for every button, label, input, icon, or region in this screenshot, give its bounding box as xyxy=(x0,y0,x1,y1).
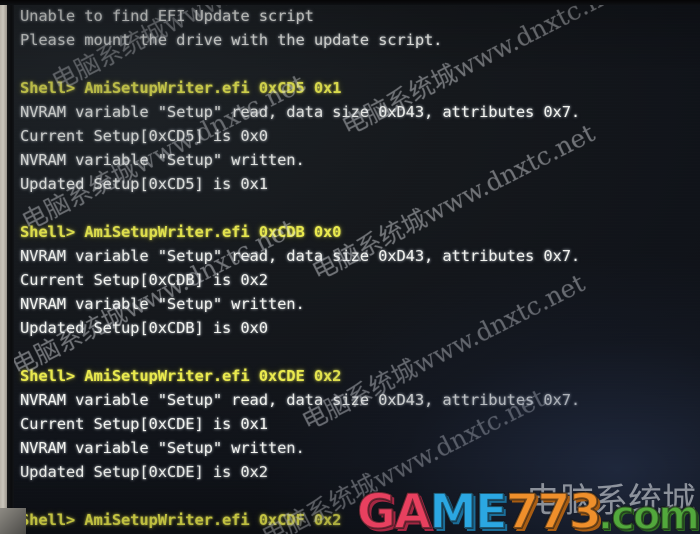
console-line-text: Shell> AmiSetupWriter.efi 0xCDE 0x2 xyxy=(20,367,342,385)
console-line-text: Updated Setup[0xCDE] is 0x2 xyxy=(20,463,268,481)
bezel-top-edge xyxy=(0,0,700,5)
console-output-line: NVRAM variable "Setup" written. xyxy=(20,148,580,172)
console-line-text: NVRAM variable "Setup" written. xyxy=(20,439,305,457)
console-line-text: Shell> AmiSetupWriter.efi 0xCDF 0x2 xyxy=(20,511,342,529)
console-line-text: Current Setup[0xCDE] is 0x1 xyxy=(20,415,268,433)
console-blank-line xyxy=(20,196,580,220)
console-output-line: NVRAM variable "Setup" read, data size 0… xyxy=(20,100,580,124)
bezel-bottom-left-corner xyxy=(0,508,26,534)
console-line-text: Updated Setup[0xCD5] is 0x1 xyxy=(20,175,268,193)
console-output-line: NVRAM variable "Setup" written. xyxy=(20,436,580,460)
console-output-line: Please mount the drive with the update s… xyxy=(20,28,580,52)
console-output-line: NVRAM variable "Setup" read, data size 0… xyxy=(20,244,580,268)
bezel-left-shadow xyxy=(7,0,14,534)
monitor-photo: Unable to find EFI Update script Please m… xyxy=(0,0,700,534)
console-line-text: NVRAM variable "Setup" read, data size 0… xyxy=(20,247,581,265)
console-prompt-line: Shell> AmiSetupWriter.efi 0xCDE 0x2 xyxy=(20,364,580,388)
console-output-line: Current Setup[0xCD5] is 0x0 xyxy=(20,124,580,148)
console-line-text: Shell> AmiSetupWriter.efi 0xCDB 0x0 xyxy=(20,223,342,241)
console-line-text: Current Setup[0xCD5] is 0x0 xyxy=(20,127,268,145)
console-line-text: Please mount the drive with the update s… xyxy=(20,31,443,49)
console-output: Unable to find EFI Update script Please m… xyxy=(20,4,580,534)
console-blank-line xyxy=(20,484,580,508)
console-prompt-line: Shell> AmiSetupWriter.efi 0xCDB 0x0 xyxy=(20,220,580,244)
console-blank-line xyxy=(20,52,580,76)
console-output-line: Current Setup[0xCDE] is 0x1 xyxy=(20,412,580,436)
console-output-line: Updated Setup[0xCDE] is 0x2 xyxy=(20,460,580,484)
console-line-text xyxy=(20,487,29,505)
console-line-text: NVRAM variable "Setup" read, data size 0… xyxy=(20,391,581,409)
console-output-line: Current Setup[0xCDB] is 0x2 xyxy=(20,268,580,292)
console-line-text: NVRAM variable "Setup" written. xyxy=(20,295,305,313)
console-line-text: Unable to find EFI Update script xyxy=(20,7,314,25)
console-blank-line xyxy=(20,340,580,364)
console-line-text: NVRAM variable "Setup" written. xyxy=(20,151,305,169)
console-line-text xyxy=(20,55,29,73)
console-line-text: Current Setup[0xCDB] is 0x2 xyxy=(20,271,268,289)
console-output-line: Unable to find EFI Update script xyxy=(20,4,580,28)
console-prompt-line: Shell> AmiSetupWriter.efi 0xCD5 0x1 xyxy=(20,76,580,100)
console-line-text: Updated Setup[0xCDB] is 0x0 xyxy=(20,319,268,337)
console-output-line: Updated Setup[0xCD5] is 0x1 xyxy=(20,172,580,196)
efi-shell-screen: Unable to find EFI Update script Please m… xyxy=(13,4,700,534)
console-line-text xyxy=(20,199,29,217)
console-line-text xyxy=(20,343,29,361)
console-output-line: NVRAM variable "Setup" read, data size 0… xyxy=(20,388,580,412)
console-output-line: NVRAM variable "Setup" written. xyxy=(20,292,580,316)
console-line-text: NVRAM variable "Setup" read, data size 0… xyxy=(20,103,581,121)
console-prompt-line: Shell> AmiSetupWriter.efi 0xCDF 0x2 xyxy=(20,508,580,532)
console-line-text: Shell> AmiSetupWriter.efi 0xCD5 0x1 xyxy=(20,79,342,97)
console-output-line: Updated Setup[0xCDB] is 0x0 xyxy=(20,316,580,340)
